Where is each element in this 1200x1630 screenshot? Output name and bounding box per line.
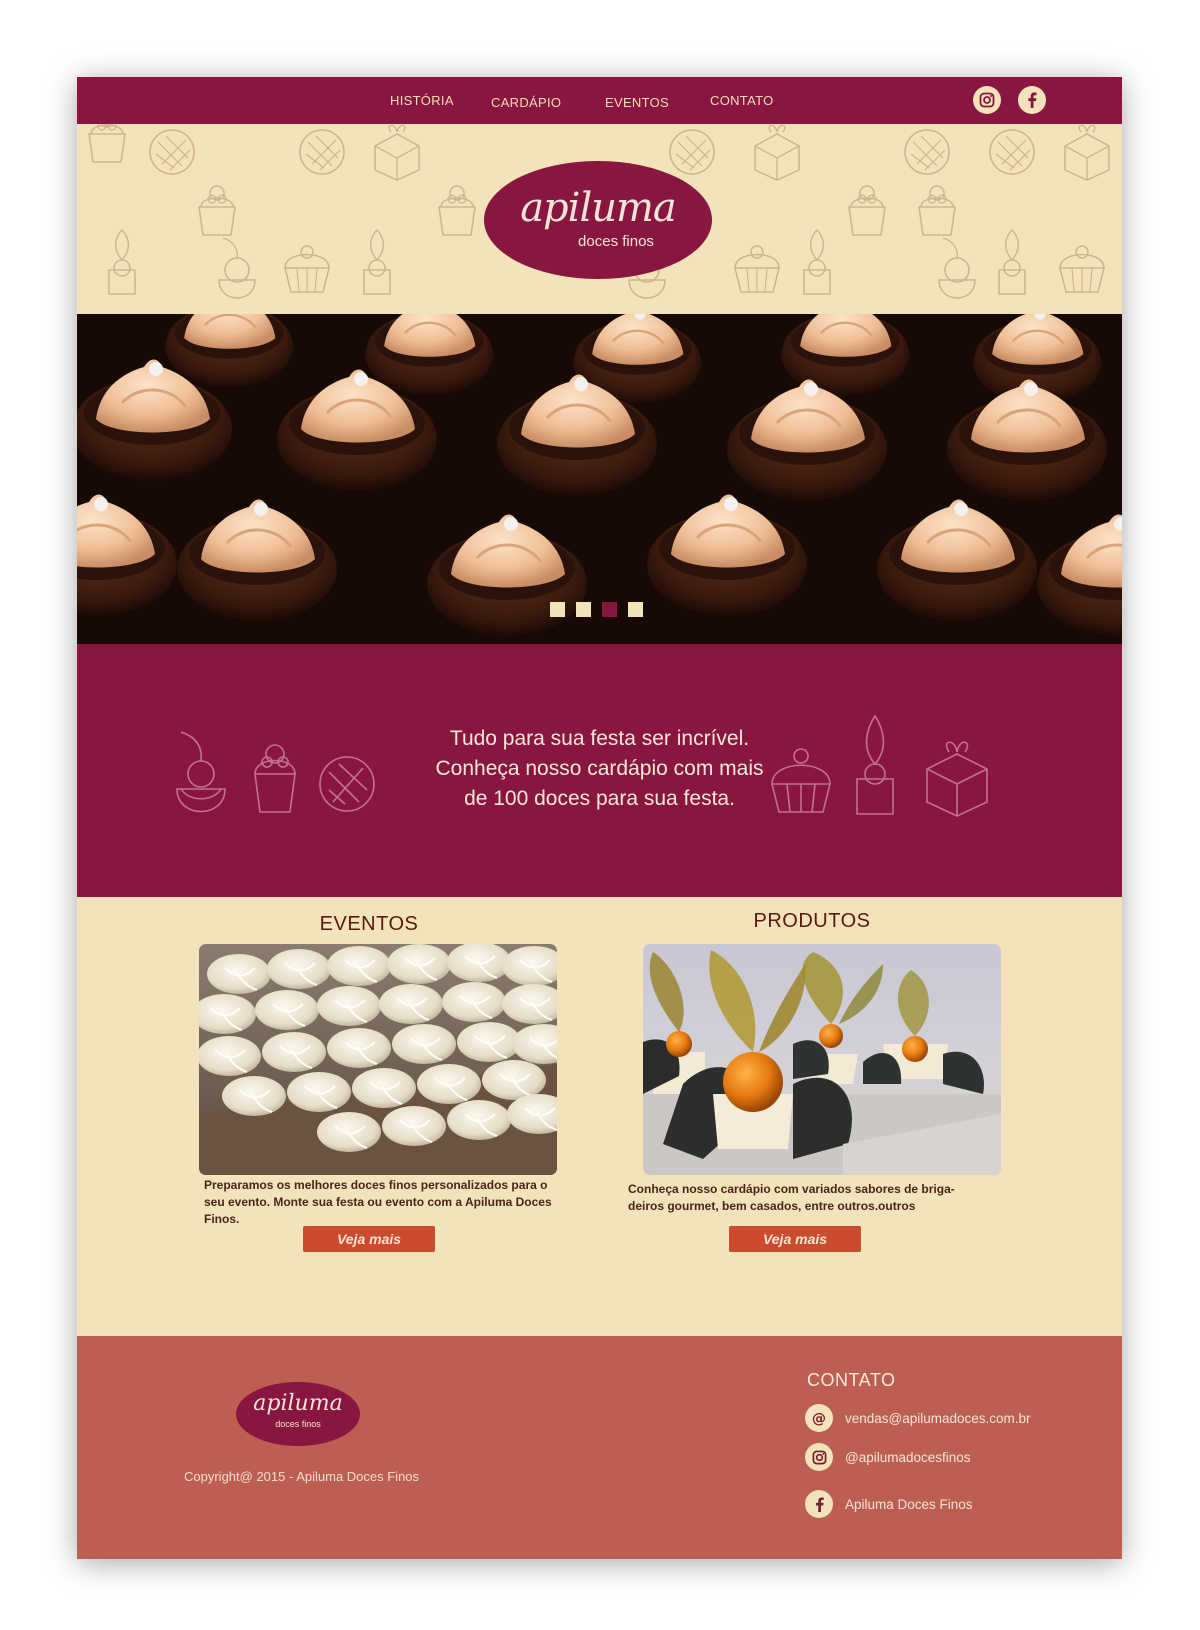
carousel-dot-2[interactable] bbox=[576, 602, 591, 617]
eventos-image[interactable] bbox=[199, 944, 557, 1175]
contact-title: CONTATO bbox=[807, 1370, 896, 1390]
top-nav: HISTÓRIA CARDÁPIO EVENTOS CONTATO bbox=[77, 77, 1122, 124]
eventos-title: EVENTOS bbox=[319, 913, 419, 935]
page: HISTÓRIA CARDÁPIO EVENTOS CONTATO apilum… bbox=[77, 77, 1122, 1559]
eventos-veja-mais-button[interactable]: Veja mais bbox=[303, 1226, 435, 1252]
brand-name: apiluma bbox=[520, 185, 677, 231]
footer-brand-name: apiluma bbox=[253, 1391, 343, 1416]
eventos-description: Preparamos os melhores doces finos perso… bbox=[204, 1178, 552, 1226]
instagram-icon bbox=[805, 1443, 833, 1471]
eventos-photo bbox=[199, 944, 557, 1175]
produtos-veja-mais-button[interactable]: Veja mais bbox=[729, 1226, 861, 1252]
facebook-icon bbox=[1028, 92, 1037, 108]
produtos-photo bbox=[643, 944, 1001, 1175]
carousel-dot-4[interactable] bbox=[628, 602, 643, 617]
contact-facebook[interactable]: Apiluma Doces Finos bbox=[805, 1490, 973, 1518]
produtos-image[interactable] bbox=[643, 944, 1001, 1175]
logo-banner: apiluma doces finos bbox=[77, 124, 1122, 314]
produtos-title: PRODUTOS bbox=[753, 910, 871, 932]
carousel-indicators bbox=[550, 602, 643, 617]
facebook-link[interactable] bbox=[1018, 86, 1046, 114]
at-icon: @ bbox=[805, 1404, 833, 1432]
produtos-description: Conheça nosso cardápio com variados sabo… bbox=[628, 1182, 955, 1213]
nav-eventos[interactable]: EVENTOS bbox=[605, 95, 669, 110]
instagram-icon bbox=[979, 92, 995, 108]
contact-instagram-text: @apilumadocesfinos bbox=[845, 1449, 971, 1465]
tagline-text: Tudo para sua festa ser incrível. Conheç… bbox=[377, 724, 822, 814]
footer-brand-subtitle: doces finos bbox=[275, 1419, 321, 1429]
instagram-link[interactable] bbox=[973, 86, 1001, 114]
facebook-icon bbox=[805, 1490, 833, 1518]
svg-text:@: @ bbox=[812, 1411, 826, 1426]
contact-email-text: vendas@apilumadoces.com.br bbox=[845, 1410, 1031, 1426]
footer: apiluma doces finos Copyright@ 2015 - Ap… bbox=[77, 1336, 1122, 1559]
tagline-line-1: Tudo para sua festa ser incrível. bbox=[449, 727, 750, 750]
hero-image bbox=[77, 314, 1122, 644]
contact-instagram[interactable]: @apilumadocesfinos bbox=[805, 1443, 971, 1471]
nav-historia[interactable]: HISTÓRIA bbox=[390, 93, 454, 108]
nav-contato[interactable]: CONTATO bbox=[710, 93, 774, 108]
brand-subtitle: doces finos bbox=[578, 233, 654, 250]
contact-email[interactable]: @ vendas@apilumadoces.com.br bbox=[805, 1404, 1031, 1432]
contact-facebook-text: Apiluma Doces Finos bbox=[845, 1496, 973, 1512]
footer-logo[interactable]: apiluma doces finos bbox=[235, 1381, 361, 1447]
hero-carousel[interactable] bbox=[77, 314, 1122, 644]
tagline-band: Tudo para sua festa ser incrível. Conheç… bbox=[77, 644, 1122, 897]
tagline-line-3: de 100 doces para sua festa. bbox=[464, 787, 735, 810]
tagline-line-2: Conheça nosso cardápio com mais bbox=[435, 757, 764, 780]
carousel-dot-3[interactable] bbox=[602, 602, 617, 617]
carousel-dot-1[interactable] bbox=[550, 602, 565, 617]
copyright-text: Copyright@ 2015 - Apiluma Doces Finos bbox=[184, 1469, 420, 1484]
nav-cardapio[interactable]: CARDÁPIO bbox=[491, 95, 561, 110]
brand-logo[interactable]: apiluma doces finos bbox=[482, 159, 714, 281]
